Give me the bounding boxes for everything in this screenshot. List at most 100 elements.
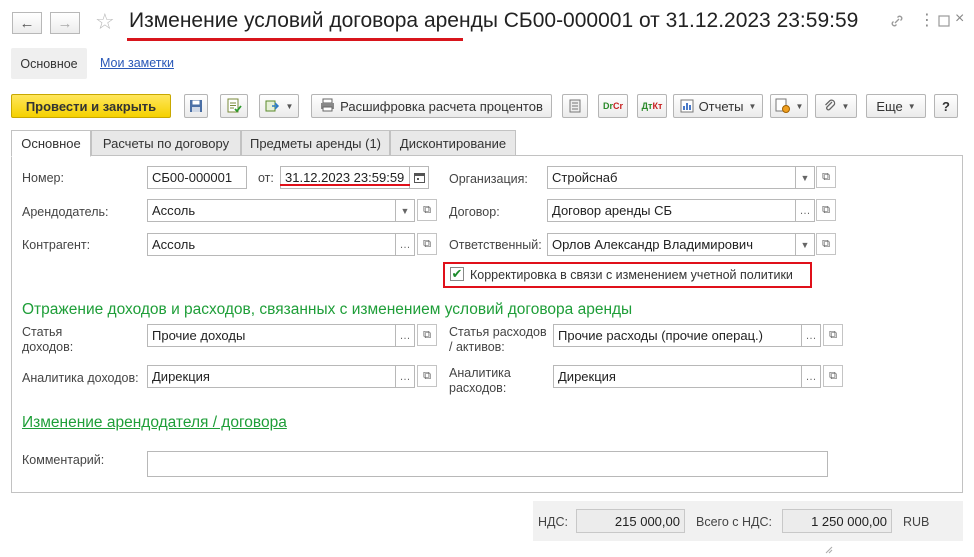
counterparty-open-button[interactable]: ⧉ bbox=[417, 233, 437, 255]
tab-discounting[interactable]: Дисконтирование bbox=[390, 130, 516, 156]
nav-my-notes-link[interactable]: Мои заметки bbox=[100, 56, 174, 70]
back-button[interactable]: ← bbox=[12, 12, 42, 34]
counterparty-select-button[interactable]: … bbox=[396, 233, 415, 256]
vat-amount-field: 215 000,00 bbox=[576, 509, 685, 533]
counterparty-field[interactable]: Ассоль bbox=[147, 233, 396, 256]
policy-checkbox[interactable]: ✔ bbox=[450, 266, 464, 281]
arrow-left-icon: ← bbox=[19, 14, 35, 32]
chevron-down-icon: ▼ bbox=[907, 101, 916, 111]
post-document-button[interactable] bbox=[220, 94, 248, 118]
contract-select-button[interactable]: … bbox=[796, 199, 815, 222]
expense-analytics-select-button[interactable]: … bbox=[802, 365, 821, 388]
income-item-select-button[interactable]: … bbox=[396, 324, 415, 347]
income-expense-section-title: Отражение доходов и расходов, связанных … bbox=[22, 301, 633, 318]
expense-item-field[interactable]: Прочие расходы (прочие операц.) bbox=[553, 324, 802, 347]
open-window-icon: ⧉ bbox=[822, 237, 830, 250]
organization-field[interactable]: Стройснаб bbox=[547, 166, 796, 189]
reports-button[interactable]: Отчеты ▼ bbox=[673, 94, 763, 118]
more-actions-icon[interactable]: ⋮ bbox=[919, 10, 935, 30]
journal-entries-button[interactable]: DrCr bbox=[598, 94, 628, 118]
income-item-field[interactable]: Прочие доходы bbox=[147, 324, 396, 347]
policy-checkbox-label[interactable]: Корректировка в связи с изменением учетн… bbox=[470, 268, 793, 283]
help-button[interactable]: ? bbox=[934, 94, 958, 118]
resize-grip-icon[interactable] bbox=[825, 543, 833, 554]
chevron-down-icon: ▼ bbox=[748, 101, 757, 111]
lessor-open-button[interactable]: ⧉ bbox=[417, 199, 437, 221]
expense-item-label-line1: Статья расходов bbox=[449, 325, 547, 339]
list-view-button[interactable] bbox=[562, 94, 588, 118]
printer-icon bbox=[320, 98, 335, 115]
income-item-label: Статья доходов: bbox=[22, 325, 73, 355]
cr-label: Cr bbox=[613, 100, 624, 111]
expense-analytics-label: Аналитика расходов: bbox=[449, 366, 511, 396]
income-analytics-field[interactable]: Дирекция bbox=[147, 365, 396, 388]
open-window-icon: ⧉ bbox=[829, 328, 837, 341]
lessor-field[interactable]: Ассоль bbox=[147, 199, 396, 222]
link-icon[interactable] bbox=[890, 14, 904, 31]
contract-open-button[interactable]: ⧉ bbox=[816, 199, 836, 221]
tab-leased-items[interactable]: Предметы аренды (1) bbox=[241, 130, 390, 156]
dt-kt-button[interactable]: ДтКт bbox=[637, 94, 667, 118]
dr-cr-icon: DrCr bbox=[603, 100, 624, 111]
more-button[interactable]: Еще ▼ bbox=[866, 94, 926, 118]
nav-main[interactable]: Основное bbox=[11, 48, 87, 79]
open-window-icon: ⧉ bbox=[423, 203, 431, 216]
number-label: Номер: bbox=[22, 171, 64, 185]
currency-label: RUB bbox=[903, 515, 930, 529]
expense-analytics-label-line2: расходов: bbox=[449, 381, 507, 395]
tab-main[interactable]: Основное bbox=[11, 130, 91, 157]
maximize-icon[interactable] bbox=[938, 14, 950, 30]
ellipsis-icon: … bbox=[799, 204, 811, 217]
favorite-star-icon[interactable]: ☆ bbox=[95, 9, 115, 35]
comment-label: Комментарий: bbox=[22, 453, 105, 467]
more-label: Еще bbox=[876, 98, 903, 114]
income-analytics-open-button[interactable]: ⧉ bbox=[417, 365, 437, 387]
calendar-button[interactable] bbox=[410, 166, 429, 189]
responsible-dropdown-button[interactable]: ▼ bbox=[796, 233, 815, 256]
change-lessor-contract-link[interactable]: Изменение арендодателя / договора bbox=[22, 414, 287, 432]
income-item-open-button[interactable]: ⧉ bbox=[417, 324, 437, 346]
number-field[interactable]: СБ00-000001 bbox=[147, 166, 247, 189]
interest-breakdown-label: Расшифровка расчета процентов bbox=[340, 98, 543, 114]
paperclip-icon bbox=[824, 99, 835, 111]
contract-field[interactable]: Договор аренды СБ bbox=[547, 199, 796, 222]
expense-analytics-label-line1: Аналитика bbox=[449, 366, 511, 380]
organization-label: Организация: bbox=[449, 172, 528, 186]
attachments-button[interactable]: ▼ bbox=[815, 94, 857, 118]
open-window-icon: ⧉ bbox=[822, 203, 830, 216]
organization-dropdown-button[interactable]: ▼ bbox=[796, 166, 815, 189]
save-button[interactable] bbox=[184, 94, 208, 118]
ellipsis-icon: … bbox=[399, 370, 411, 383]
chevron-down-icon: ▼ bbox=[800, 172, 810, 183]
tab-contract-settlements[interactable]: Расчеты по договору bbox=[91, 130, 241, 156]
dt-label: Дт bbox=[641, 100, 653, 111]
calendar-icon bbox=[413, 173, 425, 183]
chevron-down-icon: ▼ bbox=[795, 101, 804, 111]
vat-label: НДС: bbox=[538, 515, 568, 529]
post-document-icon bbox=[227, 98, 242, 113]
income-analytics-select-button[interactable]: … bbox=[396, 365, 415, 388]
interest-breakdown-button[interactable]: Расшифровка расчета процентов bbox=[311, 94, 552, 118]
open-window-icon: ⧉ bbox=[822, 170, 830, 183]
expense-item-select-button[interactable]: … bbox=[802, 324, 821, 347]
close-icon[interactable]: × bbox=[955, 10, 964, 28]
arrow-right-icon: → bbox=[57, 14, 73, 32]
settings-button[interactable]: ▼ bbox=[770, 94, 808, 118]
expense-analytics-field[interactable]: Дирекция bbox=[553, 365, 802, 388]
reports-label: Отчеты bbox=[698, 98, 744, 114]
expense-analytics-open-button[interactable]: ⧉ bbox=[823, 365, 843, 387]
lessor-dropdown-button[interactable]: ▼ bbox=[396, 199, 415, 222]
responsible-open-button[interactable]: ⧉ bbox=[816, 233, 836, 255]
expense-item-open-button[interactable]: ⧉ bbox=[823, 324, 843, 346]
comment-field[interactable] bbox=[147, 451, 828, 477]
create-based-on-button[interactable]: ▼ bbox=[259, 94, 299, 118]
title-highlight-underline bbox=[127, 38, 463, 41]
chevron-down-icon: ▼ bbox=[400, 205, 410, 216]
organization-open-button[interactable]: ⧉ bbox=[816, 166, 836, 188]
post-and-close-button[interactable]: Провести и закрыть bbox=[11, 94, 171, 118]
forward-button[interactable]: → bbox=[50, 12, 80, 34]
list-icon bbox=[569, 99, 581, 113]
chevron-down-icon: ▼ bbox=[800, 239, 810, 250]
total-with-vat-label: Всего с НДС: bbox=[696, 515, 772, 529]
responsible-field[interactable]: Орлов Александр Владимирович bbox=[547, 233, 796, 256]
